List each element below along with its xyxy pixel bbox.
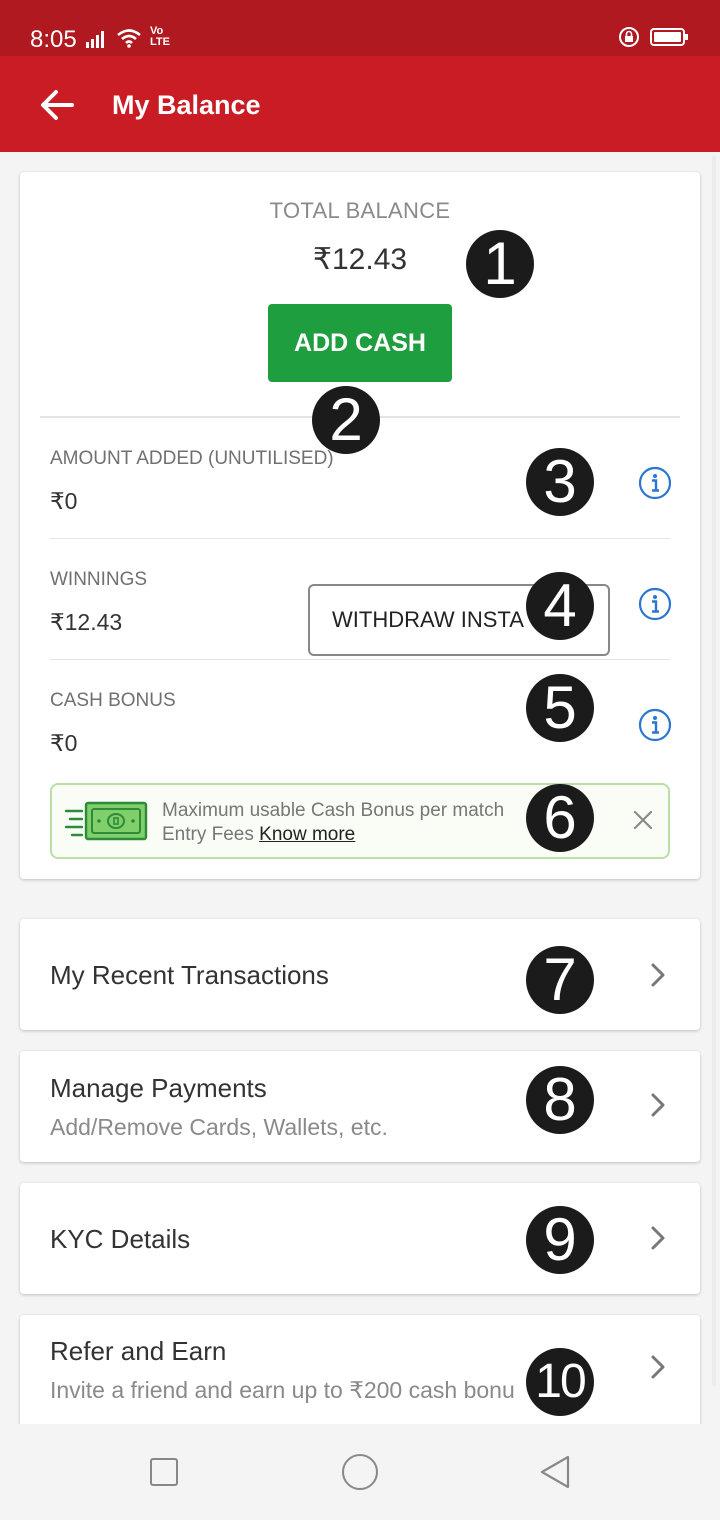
chevron-right-icon (651, 1355, 665, 1379)
status-bar: 8:05 Vo LTE (0, 0, 720, 56)
battery-icon (650, 28, 688, 46)
balance-card: TOTAL BALANCE ₹12.43 ADD CASH AMOUNT ADD… (20, 172, 700, 879)
marker-6: 6 (526, 784, 594, 852)
menu-item-subtitle: Invite a friend and earn up to ₹200 cash… (50, 1377, 515, 1403)
menu-item-title: My Recent Transactions (50, 960, 329, 990)
cash-bonus-value: ₹0 (50, 730, 78, 756)
money-icon (64, 801, 148, 841)
amount-added-value: ₹0 (50, 488, 78, 514)
total-balance-label: TOTAL BALANCE (269, 198, 451, 223)
page-title: My Balance (112, 90, 261, 120)
info-icon[interactable] (638, 587, 672, 621)
menu-item-title: KYC Details (50, 1224, 191, 1254)
signal-icon (86, 31, 104, 48)
recents-square-icon[interactable] (150, 1458, 178, 1486)
notice-line-2: Entry Fees (162, 824, 254, 845)
chevron-right-icon (651, 1226, 665, 1250)
total-balance-value: ₹12.43 (312, 243, 408, 276)
system-nav-bar (0, 1424, 720, 1520)
notice-line-1: Maximum usable Cash Bonus per match (162, 800, 505, 821)
status-icons: Vo LTE (86, 26, 170, 48)
info-icon[interactable] (638, 466, 672, 500)
marker-4: 4 (526, 572, 594, 640)
menu-item-subtitle: Add/Remove Cards, Wallets, etc. (50, 1114, 388, 1140)
status-right (618, 26, 690, 48)
marker-3: 3 (526, 448, 594, 516)
menu-item-kyc-details[interactable]: KYC Details (20, 1183, 700, 1294)
rotation-lock-icon (619, 27, 639, 47)
marker-5: 5 (526, 674, 594, 742)
chevron-right-icon (651, 963, 665, 987)
arrow-left-icon[interactable] (38, 86, 76, 124)
menu-item-manage-payments[interactable]: Manage Payments Add/Remove Cards, Wallet… (20, 1051, 700, 1162)
marker-1: 1 (466, 230, 534, 298)
volte-icon: Vo LTE (150, 26, 170, 48)
winnings-value: ₹12.43 (50, 609, 123, 635)
menu-item-recent-transactions[interactable]: My Recent Transactions (20, 919, 700, 1030)
know-more-link[interactable]: Know more (259, 824, 355, 845)
marker-8: 8 (526, 1066, 594, 1134)
status-time: 8:05 (30, 26, 77, 53)
amount-added-label: AMOUNT ADDED (UNUTILISED) (50, 448, 334, 469)
menu-item-title: Manage Payments (50, 1073, 267, 1103)
close-icon[interactable] (632, 809, 654, 831)
chevron-right-icon (651, 1093, 665, 1117)
marker-10: 10 (526, 1348, 594, 1416)
wifi-icon (117, 29, 141, 48)
marker-7: 7 (526, 946, 594, 1014)
menu-item-title: Refer and Earn (50, 1336, 227, 1366)
add-cash-button[interactable]: ADD CASH (268, 304, 452, 382)
home-circle-icon[interactable] (342, 1454, 378, 1490)
scrollbar[interactable] (712, 156, 716, 1386)
app-bar: My Balance (0, 56, 720, 152)
cash-bonus-label: CASH BONUS (50, 690, 176, 711)
info-icon[interactable] (638, 708, 672, 742)
back-triangle-icon[interactable] (538, 1454, 572, 1490)
marker-2: 2 (312, 386, 380, 454)
winnings-label: WINNINGS (50, 569, 148, 590)
marker-9: 9 (526, 1206, 594, 1274)
volte-bottom-text: LTE (150, 36, 170, 48)
